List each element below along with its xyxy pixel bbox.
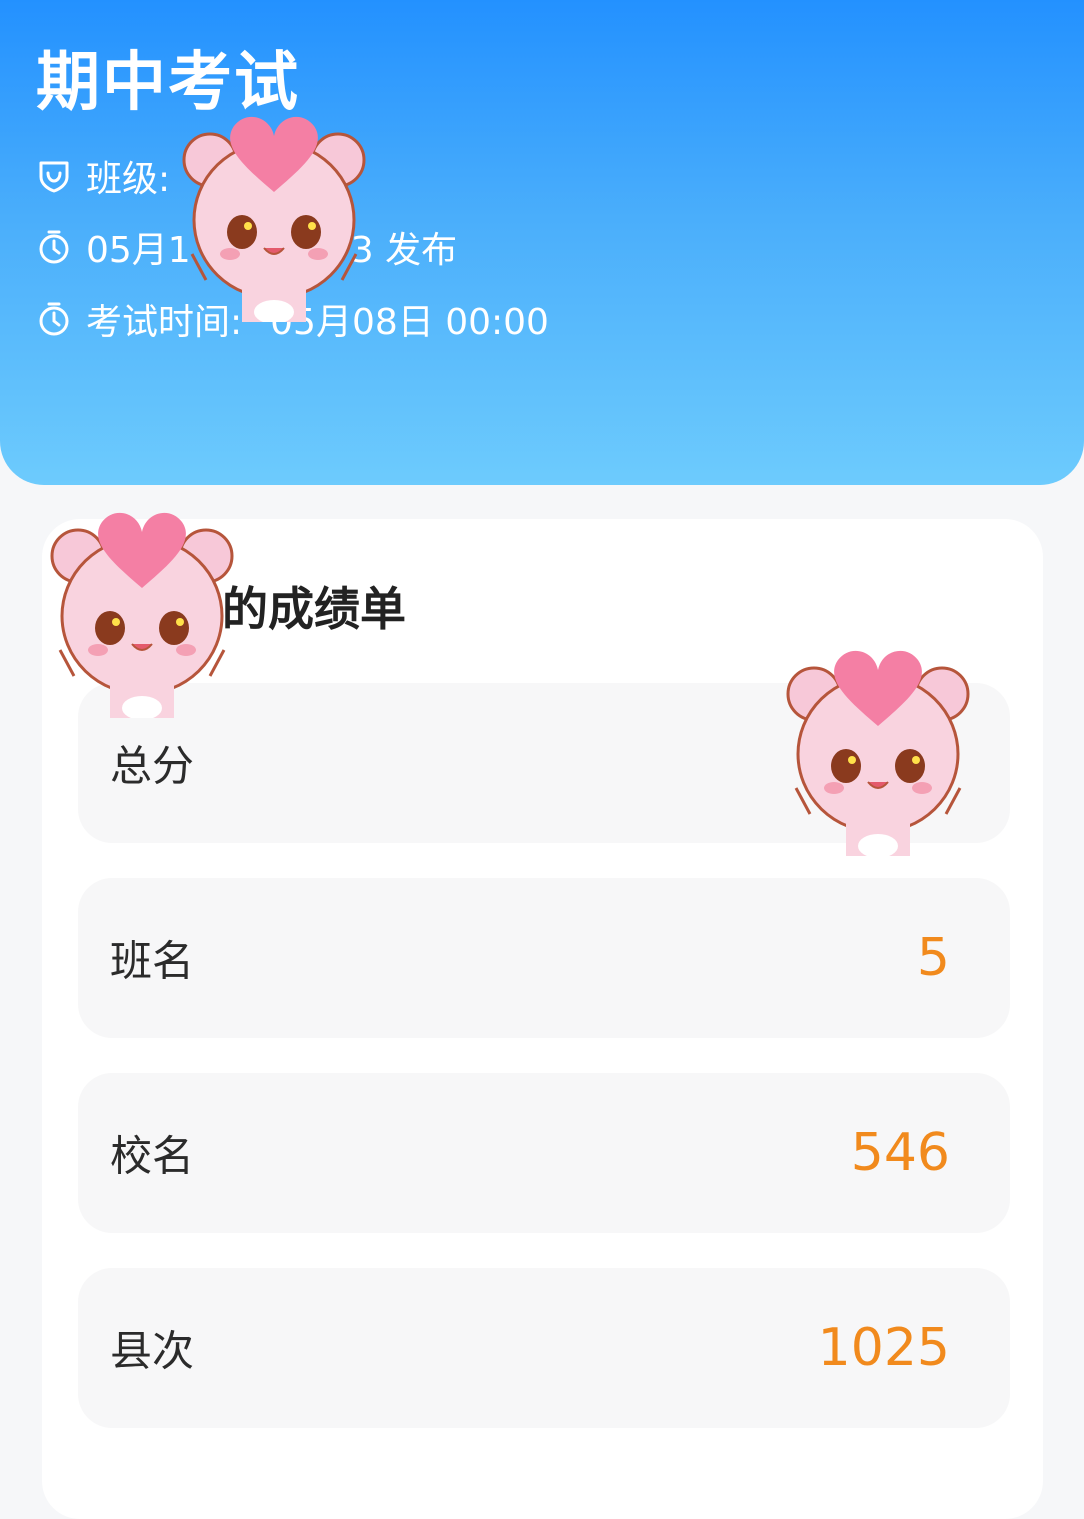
bear-heart-sticker [44, 504, 240, 718]
score-row-school-rank[interactable]: 校名 546 [78, 1073, 1010, 1233]
score-row-value: 5 [916, 928, 950, 988]
bear-heart-sticker [780, 642, 976, 856]
score-row-value: 1025 [817, 1318, 950, 1378]
score-row-label: 总分 [110, 741, 195, 791]
score-row-class-rank[interactable]: 班名 5 [78, 878, 1010, 1038]
score-row-county-rank[interactable]: 县次 1025 [78, 1268, 1010, 1428]
shield-icon [36, 158, 72, 194]
score-row-label: 班名 [110, 936, 195, 986]
card-title-text: 的成绩单 [222, 582, 406, 636]
score-row-label: 县次 [110, 1326, 195, 1376]
stopwatch-icon [36, 229, 72, 265]
stopwatch-icon [36, 301, 72, 337]
publish-date-prefix: 05月1 [86, 230, 191, 271]
class-row: 班级: [36, 154, 170, 200]
bear-heart-sticker [176, 108, 372, 322]
exam-header: 期中考试 班级: 05月1 3 发布 考试时间: 05月08日 00:00 [0, 0, 1084, 485]
score-row-value: 546 [850, 1123, 950, 1183]
class-label: 班级: [86, 159, 171, 200]
score-row-label: 校名 [110, 1131, 195, 1181]
